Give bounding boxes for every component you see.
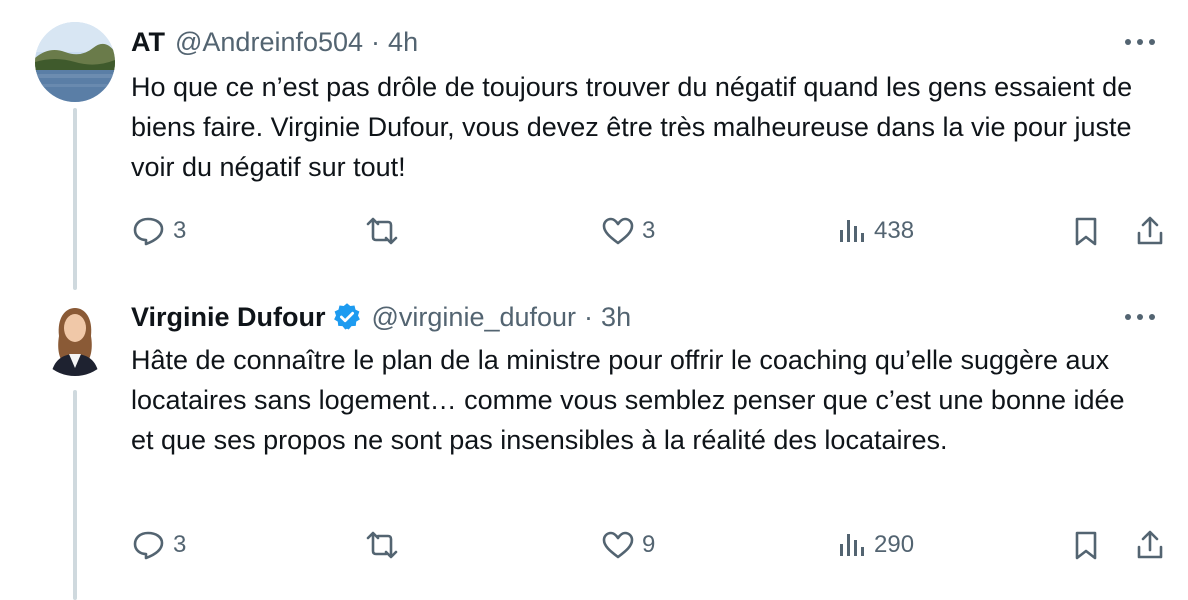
reply-button[interactable]: 3 [131,525,186,565]
timestamp[interactable]: 3h [601,302,631,333]
thread-line [73,108,77,290]
reply-icon [133,531,164,560]
share-button[interactable] [1134,525,1166,565]
retweet-icon [366,531,398,559]
tweet-header: Virginie Dufour @virginie_dufour · 3h [131,300,1088,334]
heart-icon [602,531,634,559]
tweet[interactable]: AT @Andreinfo504 · 4h Ho que ce n’est pa… [0,0,1188,290]
reply-count: 3 [173,531,187,558]
views-icon [840,220,864,242]
avatar[interactable] [35,296,115,376]
reply-button[interactable]: 3 [131,211,186,251]
timestamp[interactable]: 4h [388,27,418,58]
like-count: 9 [642,531,656,558]
views-count: 290 [874,531,915,558]
like-button[interactable]: 3 [600,211,655,251]
share-icon [1137,530,1163,559]
bookmark-button[interactable] [1070,211,1102,251]
verified-badge-icon [333,303,360,330]
avatar-portrait-image [35,296,115,376]
views-count: 438 [874,217,915,244]
tweet[interactable]: Virginie Dufour @virginie_dufour · 3h Hâ… [0,290,1188,600]
more-options-button[interactable] [1120,302,1160,332]
tweet-header: AT @Andreinfo504 · 4h [131,25,1088,59]
tweet-text: Hâte de connaître le plan de la ministre… [131,345,1125,455]
retweet-icon [366,217,398,245]
retweet-button[interactable] [362,211,408,251]
avatar[interactable] [35,22,115,102]
thread-line [73,390,77,600]
share-icon [1137,216,1163,245]
share-button[interactable] [1134,211,1166,251]
reply-icon [133,217,164,246]
more-icon [1125,314,1155,320]
bookmark-icon [1075,531,1097,560]
retweet-button[interactable] [362,525,408,565]
display-name[interactable]: AT [131,27,165,58]
user-handle[interactable]: @virginie_dufour [372,302,577,333]
reply-count: 3 [173,217,187,244]
views-button[interactable]: 290 [836,525,914,565]
bookmark-button[interactable] [1070,525,1102,565]
bookmark-icon [1075,217,1097,246]
separator-dot: · [371,26,381,57]
views-button[interactable]: 438 [836,211,914,251]
like-count: 3 [642,217,656,244]
separator-dot: · [584,301,594,332]
like-button[interactable]: 9 [600,525,655,565]
user-handle[interactable]: @Andreinfo504 [175,27,363,58]
action-bar: 3 3 438 [0,211,1188,251]
heart-icon [602,217,634,245]
tweet-text: Ho que ce n’est pas drôle de toujours tr… [131,72,1133,182]
more-options-button[interactable] [1120,27,1160,57]
more-icon [1125,39,1155,45]
display-name[interactable]: Virginie Dufour [131,302,326,333]
views-icon [840,534,864,556]
action-bar: 3 9 290 [0,525,1188,565]
avatar-landscape-image [35,22,115,102]
